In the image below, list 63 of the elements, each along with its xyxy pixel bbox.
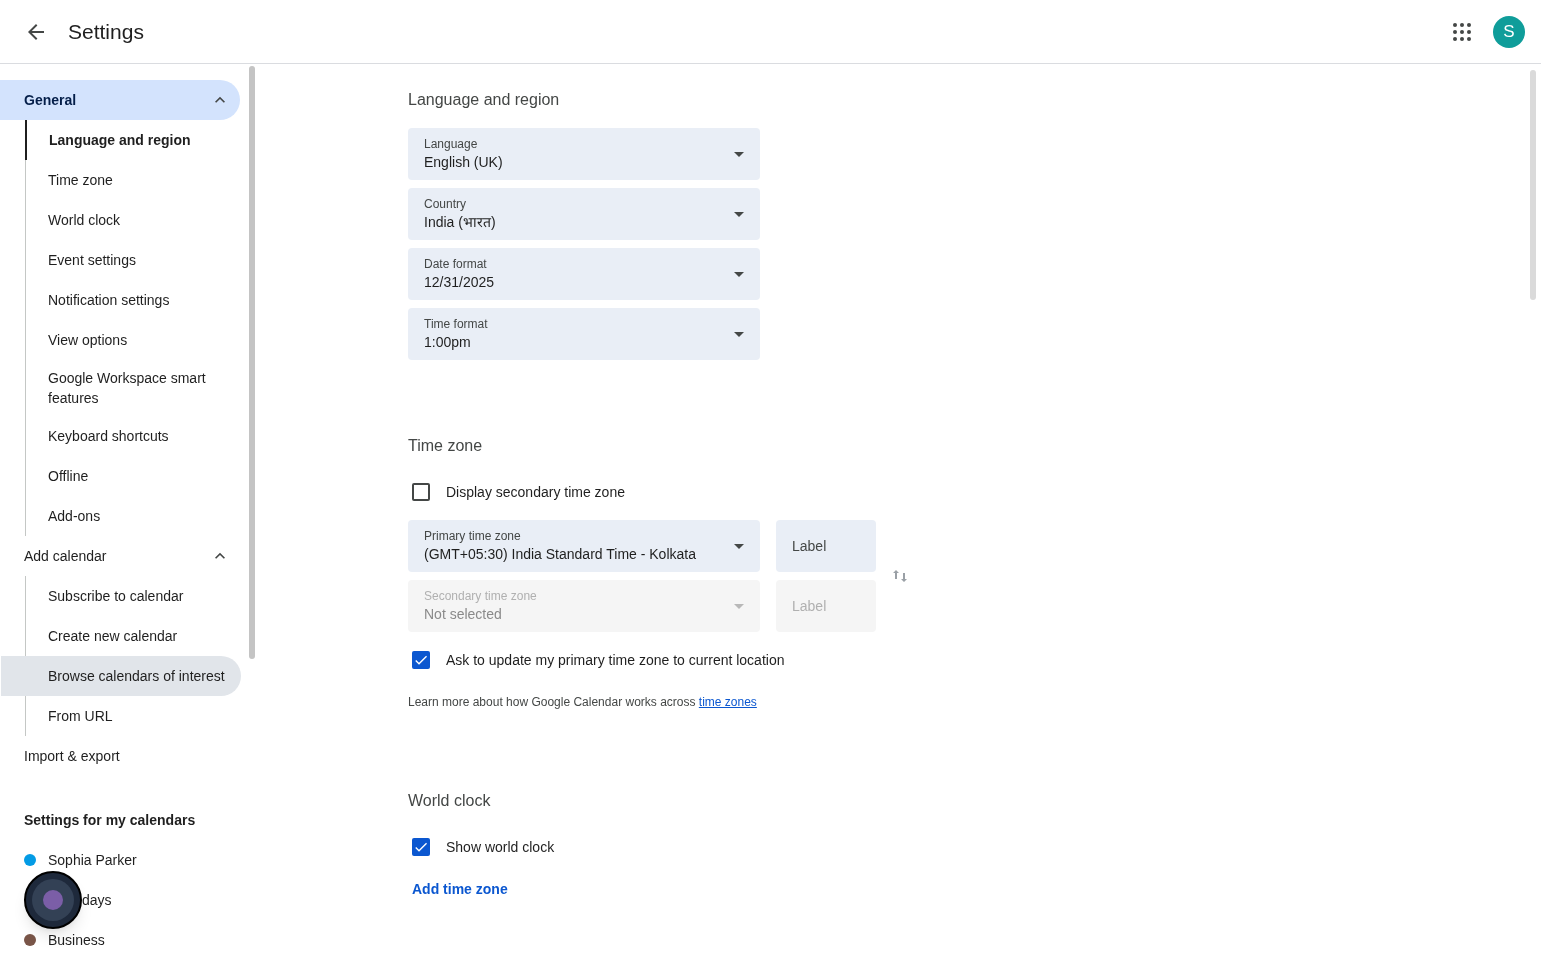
page-scrollbar[interactable] xyxy=(1530,70,1536,300)
field-label: Primary time zone xyxy=(424,528,522,544)
sidebar-item[interactable]: World clock xyxy=(26,200,241,240)
swap-icon[interactable] xyxy=(892,568,908,584)
checkbox-label: Show world clock xyxy=(446,837,555,857)
dropdown-caret-icon xyxy=(734,331,744,337)
page-title: Settings xyxy=(68,18,144,45)
sidebar-item[interactable]: Subscribe to calendar xyxy=(26,576,241,616)
field-value: (GMT+05:30) India Standard Time - Kolkata xyxy=(424,545,697,564)
field-placeholder: Not selected xyxy=(424,605,503,624)
dropdown-caret-icon xyxy=(734,151,744,157)
record-button[interactable] xyxy=(24,871,82,929)
dropdown-field[interactable]: Time format 1:00pm xyxy=(408,308,760,360)
section-heading: Settings for my calendars xyxy=(23,810,197,830)
dropdown-field[interactable]: Date format 12/31/2025 xyxy=(408,248,760,300)
field-value: English (UK) xyxy=(424,153,504,172)
help-text: Learn more about how Google Calendar works across time zones xyxy=(408,694,758,711)
checkbox[interactable] xyxy=(412,483,430,501)
sidebar-item[interactable]: Notification settings xyxy=(26,280,241,320)
sidebar-item[interactable]: Browse calendars of interest xyxy=(1,656,241,696)
checkbox[interactable] xyxy=(412,838,430,856)
sidebar-item[interactable]: Event settings xyxy=(26,240,241,280)
dropdown-field[interactable]: Language English (UK) xyxy=(408,128,760,180)
sidebar-item[interactable]: Time zone xyxy=(26,160,241,200)
dropdown-field[interactable]: Primary time zone (GMT+05:30) India Standard Time - Kolkata xyxy=(408,520,760,572)
sidebar-item[interactable]: Add-ons xyxy=(26,496,241,536)
help-link[interactable]: time zones xyxy=(698,695,757,709)
dropdown-caret-icon xyxy=(734,271,744,277)
dropdown-caret-icon xyxy=(734,211,744,217)
field-value: India (भारत) xyxy=(424,213,497,232)
field-value: 12/31/2025 xyxy=(424,273,496,292)
dropdown-field[interactable]: Country India (भारत) xyxy=(408,188,760,240)
sidebar-scrollbar[interactable] xyxy=(249,66,255,659)
section-heading: World clock xyxy=(408,791,492,811)
dropdown-caret-icon xyxy=(734,603,744,609)
sidebar-item[interactable]: From URL xyxy=(26,696,241,736)
sidebar-section[interactable]: Import & export xyxy=(0,736,240,776)
section-heading: Time zone xyxy=(408,436,484,456)
calendar-name[interactable]: days xyxy=(82,889,112,911)
sidebar-item[interactable]: Create new calendar xyxy=(26,616,241,656)
sidebar-section[interactable]: Add calendar xyxy=(0,536,240,576)
sidebar-section[interactable]: General xyxy=(0,80,240,120)
field-value: 1:00pm xyxy=(424,333,472,352)
sidebar-item[interactable]: Offline xyxy=(26,456,241,496)
calendar-name[interactable]: Sophia Parker xyxy=(48,849,137,871)
sidebar-item[interactable]: View options xyxy=(26,320,241,360)
label-input-field[interactable]: Label xyxy=(776,520,876,572)
section-heading: Language and region xyxy=(408,90,561,110)
checkbox-label: Display secondary time zone xyxy=(446,482,625,502)
sidebar-item[interactable]: Keyboard shortcuts xyxy=(26,416,241,456)
field-label: Time format xyxy=(424,316,489,332)
sidebar-item[interactable]: Language and region xyxy=(25,120,240,160)
dropdown-caret-icon xyxy=(734,543,744,549)
apps-grid-icon[interactable] xyxy=(1453,22,1471,41)
add-time-zone-link[interactable]: Add time zone xyxy=(412,879,508,900)
field-label: Language xyxy=(424,136,479,152)
sidebar-item[interactable]: Google Workspace smart features xyxy=(26,360,241,416)
field-label: Secondary time zone xyxy=(424,588,538,604)
checkbox[interactable] xyxy=(412,651,430,669)
calendar-name[interactable]: Business xyxy=(48,929,105,951)
field-label: Country xyxy=(424,196,468,212)
field-label: Date format xyxy=(424,256,488,272)
checkbox-label: Ask to update my primary time zone to current location xyxy=(446,650,785,670)
